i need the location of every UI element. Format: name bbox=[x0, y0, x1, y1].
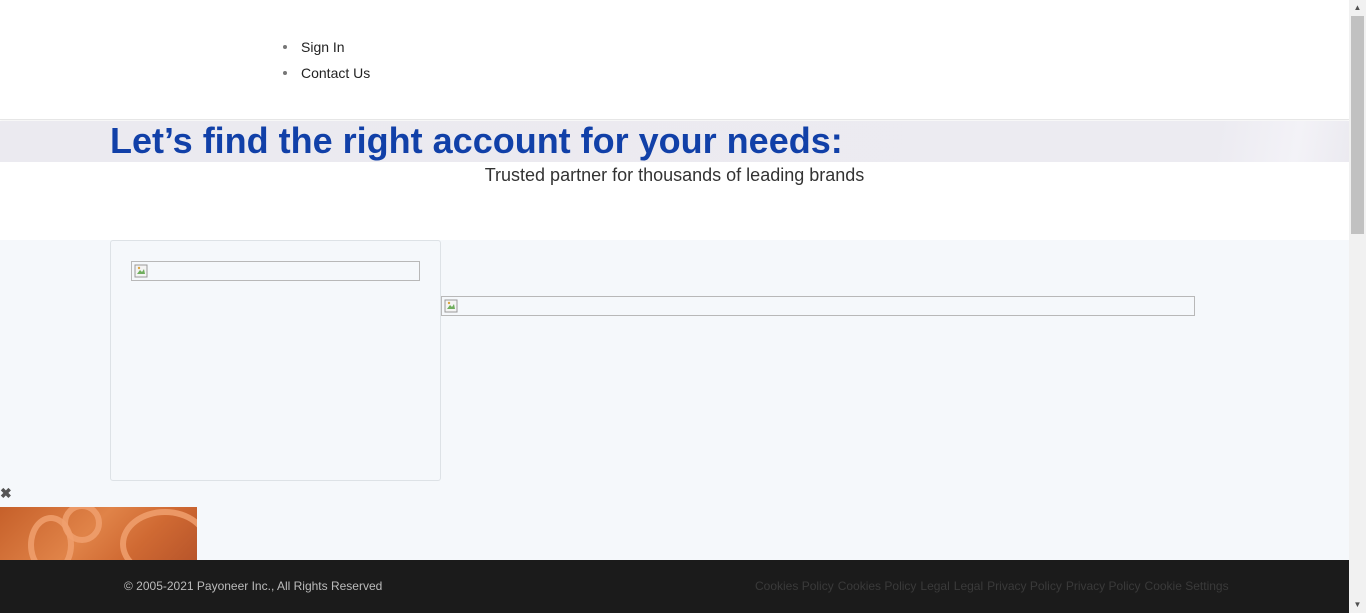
broken-image-icon bbox=[134, 264, 148, 278]
nav-list: Sign In Contact Us bbox=[283, 37, 370, 89]
sign-in-link[interactable]: Sign In bbox=[301, 39, 345, 55]
scroll-down-icon[interactable]: ▼ bbox=[1349, 597, 1366, 613]
copyright-text: © 2005-2021 Payoneer Inc., All Rights Re… bbox=[124, 579, 383, 593]
scroll-up-icon[interactable]: ▲ bbox=[1349, 0, 1366, 16]
promo-decoration bbox=[120, 509, 197, 560]
footer-links: Cookies Policy Cookies Policy Legal Legal Pr… bbox=[755, 579, 1233, 593]
page-title: Let’s find the right account for your ne… bbox=[110, 120, 843, 161]
scroll-thumb[interactable] bbox=[1351, 16, 1364, 234]
footer-link-cookie-settings[interactable]: Cookie Settings bbox=[1145, 579, 1229, 593]
card-image bbox=[131, 261, 420, 281]
footer-link-legal[interactable]: Legal bbox=[920, 579, 949, 593]
top-nav: Sign In Contact Us bbox=[0, 0, 1349, 120]
broken-image-icon bbox=[444, 299, 458, 313]
footer-link-privacy-policy[interactable]: Privacy Policy bbox=[987, 579, 1062, 593]
promo-image[interactable] bbox=[0, 507, 197, 560]
page-scrollbar[interactable]: ▲ ▼ bbox=[1349, 0, 1366, 613]
account-section bbox=[0, 240, 1349, 560]
footer-link-privacy-policy[interactable]: Privacy Policy bbox=[1066, 579, 1141, 593]
page: Sign In Contact Us Let’s find the right … bbox=[0, 0, 1349, 613]
page-subtitle: Trusted partner for thousands of leading… bbox=[484, 165, 865, 185]
account-card[interactable] bbox=[110, 240, 441, 481]
promo-decoration bbox=[62, 507, 102, 543]
banner-image bbox=[441, 296, 1195, 316]
close-icon[interactable]: ✖ bbox=[0, 486, 12, 500]
nav-item-contact-us[interactable]: Contact Us bbox=[283, 63, 370, 89]
footer-link-cookies-policy[interactable]: Cookies Policy bbox=[838, 579, 917, 593]
contact-us-link[interactable]: Contact Us bbox=[301, 65, 370, 81]
footer-link-cookies-policy[interactable]: Cookies Policy bbox=[755, 579, 834, 593]
nav-item-sign-in[interactable]: Sign In bbox=[283, 37, 370, 63]
footer: © 2005-2021 Payoneer Inc., All Rights Re… bbox=[0, 560, 1349, 613]
footer-link-legal[interactable]: Legal bbox=[954, 579, 983, 593]
